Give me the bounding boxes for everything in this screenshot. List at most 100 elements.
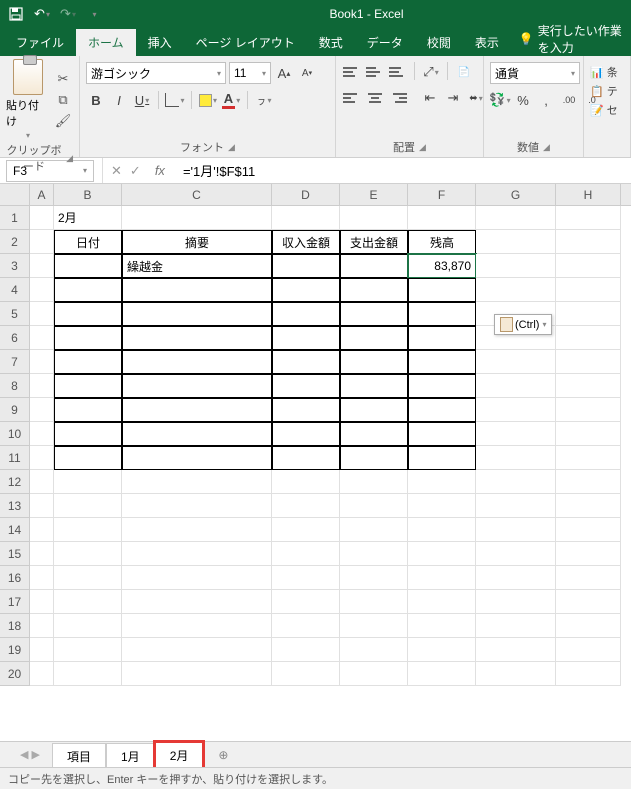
- merge-center-icon[interactable]: ⬌▾: [466, 88, 486, 108]
- cell-B10[interactable]: [54, 422, 122, 446]
- cell-G15[interactable]: [476, 542, 556, 566]
- row-header-18[interactable]: 18: [0, 614, 30, 638]
- cell-A14[interactable]: [30, 518, 54, 542]
- sheet-tab-items[interactable]: 項目: [52, 743, 106, 769]
- row-header-5[interactable]: 5: [0, 302, 30, 326]
- cell-F2[interactable]: 残高: [408, 230, 476, 254]
- increase-decimal-icon[interactable]: .00: [559, 90, 579, 110]
- row-header-14[interactable]: 14: [0, 518, 30, 542]
- row-header-9[interactable]: 9: [0, 398, 30, 422]
- cell-E6[interactable]: [340, 326, 408, 350]
- cell-F4[interactable]: [408, 278, 476, 302]
- cell-A3[interactable]: [30, 254, 54, 278]
- cell-C6[interactable]: [122, 326, 272, 350]
- paste-button[interactable]: 貼り付け ▾: [6, 59, 49, 140]
- cut-icon[interactable]: ✂: [53, 70, 73, 88]
- cell-B19[interactable]: [54, 638, 122, 662]
- cell-H8[interactable]: [556, 374, 621, 398]
- row-header-17[interactable]: 17: [0, 590, 30, 614]
- cell-C3[interactable]: 繰越金: [122, 254, 272, 278]
- number-format-dropdown[interactable]: 通貨▾: [490, 62, 580, 84]
- dialog-launcher-icon[interactable]: ◢: [419, 142, 426, 153]
- cell-A20[interactable]: [30, 662, 54, 686]
- dialog-launcher-icon[interactable]: ◢: [543, 142, 550, 153]
- increase-font-icon[interactable]: A▴: [274, 63, 294, 83]
- cell-H16[interactable]: [556, 566, 621, 590]
- cell-F9[interactable]: [408, 398, 476, 422]
- cell-E11[interactable]: [340, 446, 408, 470]
- cell-H15[interactable]: [556, 542, 621, 566]
- tab-file[interactable]: ファイル: [4, 29, 76, 56]
- cell-B5[interactable]: [54, 302, 122, 326]
- cell-F17[interactable]: [408, 590, 476, 614]
- cell-B18[interactable]: [54, 614, 122, 638]
- dialog-launcher-icon[interactable]: ◢: [228, 142, 235, 153]
- italic-button[interactable]: I: [109, 90, 129, 110]
- row-header-4[interactable]: 4: [0, 278, 30, 302]
- cell-B8[interactable]: [54, 374, 122, 398]
- cell-B7[interactable]: [54, 350, 122, 374]
- dialog-launcher-icon[interactable]: ◢: [66, 153, 73, 164]
- paste-options-button[interactable]: (Ctrl) ▾: [494, 314, 552, 335]
- sheet-tab-feb[interactable]: 2月: [155, 742, 204, 769]
- cell-C19[interactable]: [122, 638, 272, 662]
- row-header-8[interactable]: 8: [0, 374, 30, 398]
- cell-A7[interactable]: [30, 350, 54, 374]
- cell-F5[interactable]: [408, 302, 476, 326]
- cell-C12[interactable]: [122, 470, 272, 494]
- row-header-1[interactable]: 1: [0, 206, 30, 230]
- cell-C13[interactable]: [122, 494, 272, 518]
- row-header-16[interactable]: 16: [0, 566, 30, 590]
- cell-G19[interactable]: [476, 638, 556, 662]
- format-painter-icon[interactable]: 🖌: [53, 112, 73, 130]
- cell-A19[interactable]: [30, 638, 54, 662]
- fill-color-button[interactable]: ▾: [198, 90, 218, 110]
- cell-G11[interactable]: [476, 446, 556, 470]
- cell-E19[interactable]: [340, 638, 408, 662]
- phonetic-button[interactable]: ㇷ▾: [254, 90, 274, 110]
- cell-B9[interactable]: [54, 398, 122, 422]
- cell-A15[interactable]: [30, 542, 54, 566]
- cell-D17[interactable]: [272, 590, 340, 614]
- cell-G16[interactable]: [476, 566, 556, 590]
- comma-icon[interactable]: ,: [536, 90, 556, 110]
- cell-A5[interactable]: [30, 302, 54, 326]
- fx-icon[interactable]: fx: [149, 163, 171, 178]
- redo-icon[interactable]: ↷▾: [56, 3, 80, 25]
- cell-E12[interactable]: [340, 470, 408, 494]
- cell-B15[interactable]: [54, 542, 122, 566]
- cell-C9[interactable]: [122, 398, 272, 422]
- cell-E17[interactable]: [340, 590, 408, 614]
- cell-E20[interactable]: [340, 662, 408, 686]
- row-header-20[interactable]: 20: [0, 662, 30, 686]
- worksheet-grid[interactable]: ABCDEFGH 12月2日付摘要収入金額支出金額残高3繰越金83,870456…: [0, 184, 631, 686]
- cell-D10[interactable]: [272, 422, 340, 446]
- cell-C10[interactable]: [122, 422, 272, 446]
- col-header-E[interactable]: E: [340, 184, 408, 205]
- cell-G7[interactable]: [476, 350, 556, 374]
- cell-B16[interactable]: [54, 566, 122, 590]
- col-header-A[interactable]: A: [30, 184, 54, 205]
- cancel-icon[interactable]: ✕: [111, 163, 122, 179]
- row-header-2[interactable]: 2: [0, 230, 30, 254]
- save-icon[interactable]: [4, 3, 28, 25]
- row-header-12[interactable]: 12: [0, 470, 30, 494]
- cell-C7[interactable]: [122, 350, 272, 374]
- row-header-6[interactable]: 6: [0, 326, 30, 350]
- cell-E8[interactable]: [340, 374, 408, 398]
- cell-H3[interactable]: [556, 254, 621, 278]
- cell-F1[interactable]: [408, 206, 476, 230]
- cell-A13[interactable]: [30, 494, 54, 518]
- cell-A4[interactable]: [30, 278, 54, 302]
- cell-A16[interactable]: [30, 566, 54, 590]
- row-header-19[interactable]: 19: [0, 638, 30, 662]
- align-right-icon[interactable]: [388, 88, 408, 108]
- cell-C11[interactable]: [122, 446, 272, 470]
- cell-G14[interactable]: [476, 518, 556, 542]
- border-button[interactable]: ▾: [165, 90, 185, 110]
- cell-D5[interactable]: [272, 302, 340, 326]
- sheet-tab-jan[interactable]: 1月: [106, 743, 155, 769]
- cell-E2[interactable]: 支出金額: [340, 230, 408, 254]
- cell-C5[interactable]: [122, 302, 272, 326]
- tab-formulas[interactable]: 数式: [307, 29, 355, 56]
